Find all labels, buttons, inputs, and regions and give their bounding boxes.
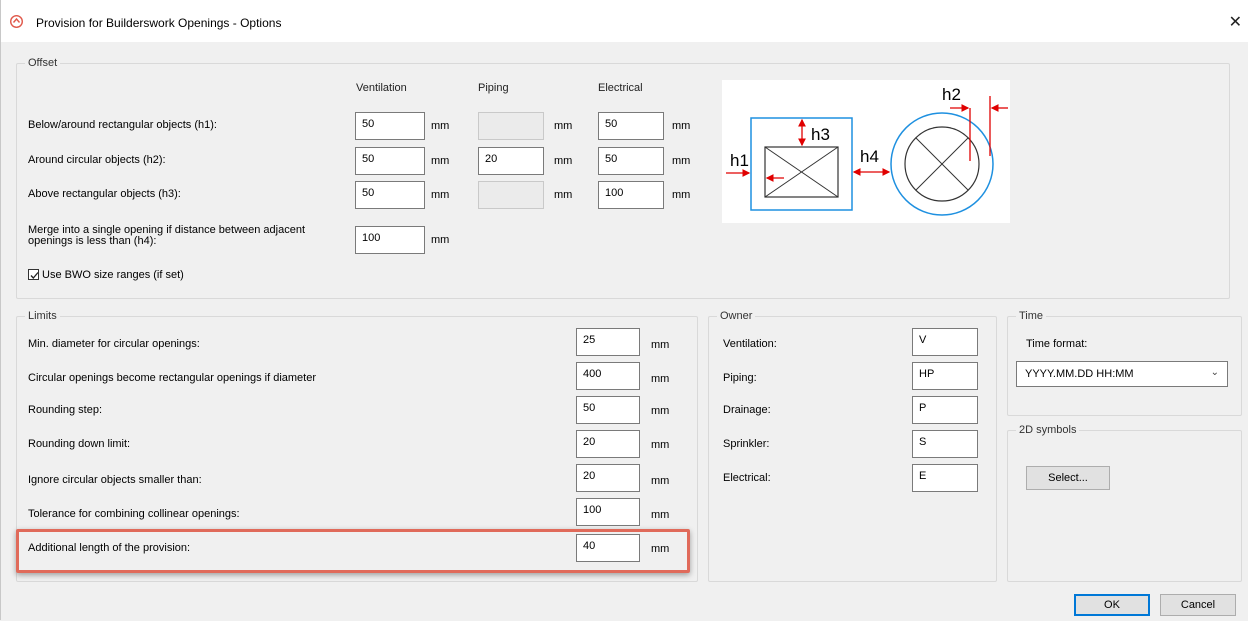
h3-ventilation-input[interactable]: 50 xyxy=(355,181,425,209)
bwo-size-ranges-label: Use BWO size ranges (if set) xyxy=(42,269,184,281)
owner-sprinkler-input[interactable]: S xyxy=(912,430,978,458)
unit-mm: mm xyxy=(651,509,670,521)
column-piping: Piping xyxy=(478,82,509,94)
window-title: Provision for Builderswork Openings - Op… xyxy=(36,16,282,30)
time-format-select[interactable]: YYYY.MM.DD HH:MM ⌄ xyxy=(1016,361,1228,387)
offset-diagram-graphic: h1 h3 h4 h2 xyxy=(726,85,1008,216)
h2-electrical-input[interactable]: 50 xyxy=(598,147,664,175)
column-ventilation: Ventilation xyxy=(356,82,407,94)
symbols-group: 2D symbols xyxy=(1007,424,1242,582)
checkmark-icon xyxy=(30,272,39,279)
unit-mm: mm xyxy=(651,543,670,555)
unit-mm: mm xyxy=(672,120,691,132)
unit-mm: mm xyxy=(672,189,691,201)
owner-electrical-input[interactable]: E xyxy=(912,464,978,492)
label-merge-h4: Merge into a single opening if distance … xyxy=(28,224,306,247)
h4-merge-input[interactable]: 100 xyxy=(355,226,425,254)
owner-label-drainage: Drainage: xyxy=(723,404,771,416)
unit-mm: mm xyxy=(672,155,691,167)
unit-mm: mm xyxy=(431,234,450,246)
h3-piping-input xyxy=(478,181,544,209)
owner-piping-input[interactable]: HP xyxy=(912,362,978,390)
ignore-circular-input[interactable]: 20 xyxy=(576,464,640,492)
unit-mm: mm xyxy=(651,475,670,487)
owner-group-label: Owner xyxy=(717,310,756,322)
cancel-button[interactable]: Cancel xyxy=(1160,594,1236,616)
unit-mm: mm xyxy=(651,439,670,451)
limits-label-min-diameter: Min. diameter for circular openings: xyxy=(28,338,200,350)
h1-piping-input xyxy=(478,112,544,140)
column-electrical: Electrical xyxy=(598,82,643,94)
h1-diagram-label: h1 xyxy=(730,151,749,170)
unit-mm: mm xyxy=(554,120,573,132)
unit-mm: mm xyxy=(431,120,450,132)
title-bar: Provision for Builderswork Openings - Op… xyxy=(0,0,1248,42)
limits-label-additional-length: Additional length of the provision: xyxy=(28,542,191,554)
owner-ventilation-input[interactable]: V xyxy=(912,328,978,356)
limits-label-collinear-tolerance: Tolerance for combining collinear openin… xyxy=(28,508,240,520)
h1-ventilation-input[interactable]: 50 xyxy=(355,112,425,140)
label-h2: Around circular objects (h2): xyxy=(28,154,166,166)
h2-diagram-label: h2 xyxy=(942,85,961,104)
h3-electrical-input[interactable]: 100 xyxy=(598,181,664,209)
owner-label-ventilation: Ventilation: xyxy=(723,338,777,350)
rounding-step-input[interactable]: 50 xyxy=(576,396,640,424)
bwo-size-ranges-checkbox[interactable] xyxy=(28,269,39,280)
circular-to-rect-diameter-input[interactable]: 400 xyxy=(576,362,640,390)
offset-diagram: h1 h3 h4 h2 xyxy=(722,80,1010,223)
limits-label-ignore-circular: Ignore circular objects smaller than: xyxy=(28,474,202,486)
unit-mm: mm xyxy=(431,189,450,201)
h2-ventilation-input[interactable]: 50 xyxy=(355,147,425,175)
collinear-tolerance-input[interactable]: 100 xyxy=(576,498,640,526)
chevron-down-icon: ⌄ xyxy=(1210,367,1219,378)
owner-drainage-input[interactable]: P xyxy=(912,396,978,424)
app-logo-icon xyxy=(10,15,23,28)
time-format-label: Time format: xyxy=(1026,338,1088,350)
symbols-group-label: 2D symbols xyxy=(1016,424,1080,436)
additional-length-input[interactable]: 40 xyxy=(576,534,640,562)
close-icon[interactable]: ✕ xyxy=(1229,12,1242,32)
limits-label-rounding-step: Rounding step: xyxy=(28,404,102,416)
unit-mm: mm xyxy=(431,155,450,167)
label-h1: Below/around rectangular objects (h1): xyxy=(28,119,217,131)
offset-group-label: Offset xyxy=(25,57,61,69)
unit-mm: mm xyxy=(554,155,573,167)
unit-mm: mm xyxy=(651,373,670,385)
unit-mm: mm xyxy=(651,405,670,417)
select-symbols-button[interactable]: Select... xyxy=(1026,466,1110,490)
owner-label-electrical: Electrical: xyxy=(723,472,771,484)
limits-label-rounding-down: Rounding down limit: xyxy=(28,438,131,450)
h3-diagram-label: h3 xyxy=(811,125,830,144)
unit-mm: mm xyxy=(554,189,573,201)
h2-piping-input[interactable]: 20 xyxy=(478,147,544,175)
time-format-value: YYYY.MM.DD HH:MM xyxy=(1025,368,1134,380)
label-h3: Above rectangular objects (h3): xyxy=(28,188,181,200)
h1-electrical-input[interactable]: 50 xyxy=(598,112,664,140)
owner-label-piping: Piping: xyxy=(723,372,757,384)
owner-label-sprinkler: Sprinkler: xyxy=(723,438,770,450)
unit-mm: mm xyxy=(651,339,670,351)
limits-label-circular-to-rect: Circular openings become rectangular ope… xyxy=(28,372,316,384)
min-diameter-input[interactable]: 25 xyxy=(576,328,640,356)
rounding-down-limit-input[interactable]: 20 xyxy=(576,430,640,458)
ok-button[interactable]: OK xyxy=(1074,594,1150,616)
limits-group-label: Limits xyxy=(25,310,60,322)
time-group-label: Time xyxy=(1016,310,1047,322)
h4-diagram-label: h4 xyxy=(860,147,879,166)
